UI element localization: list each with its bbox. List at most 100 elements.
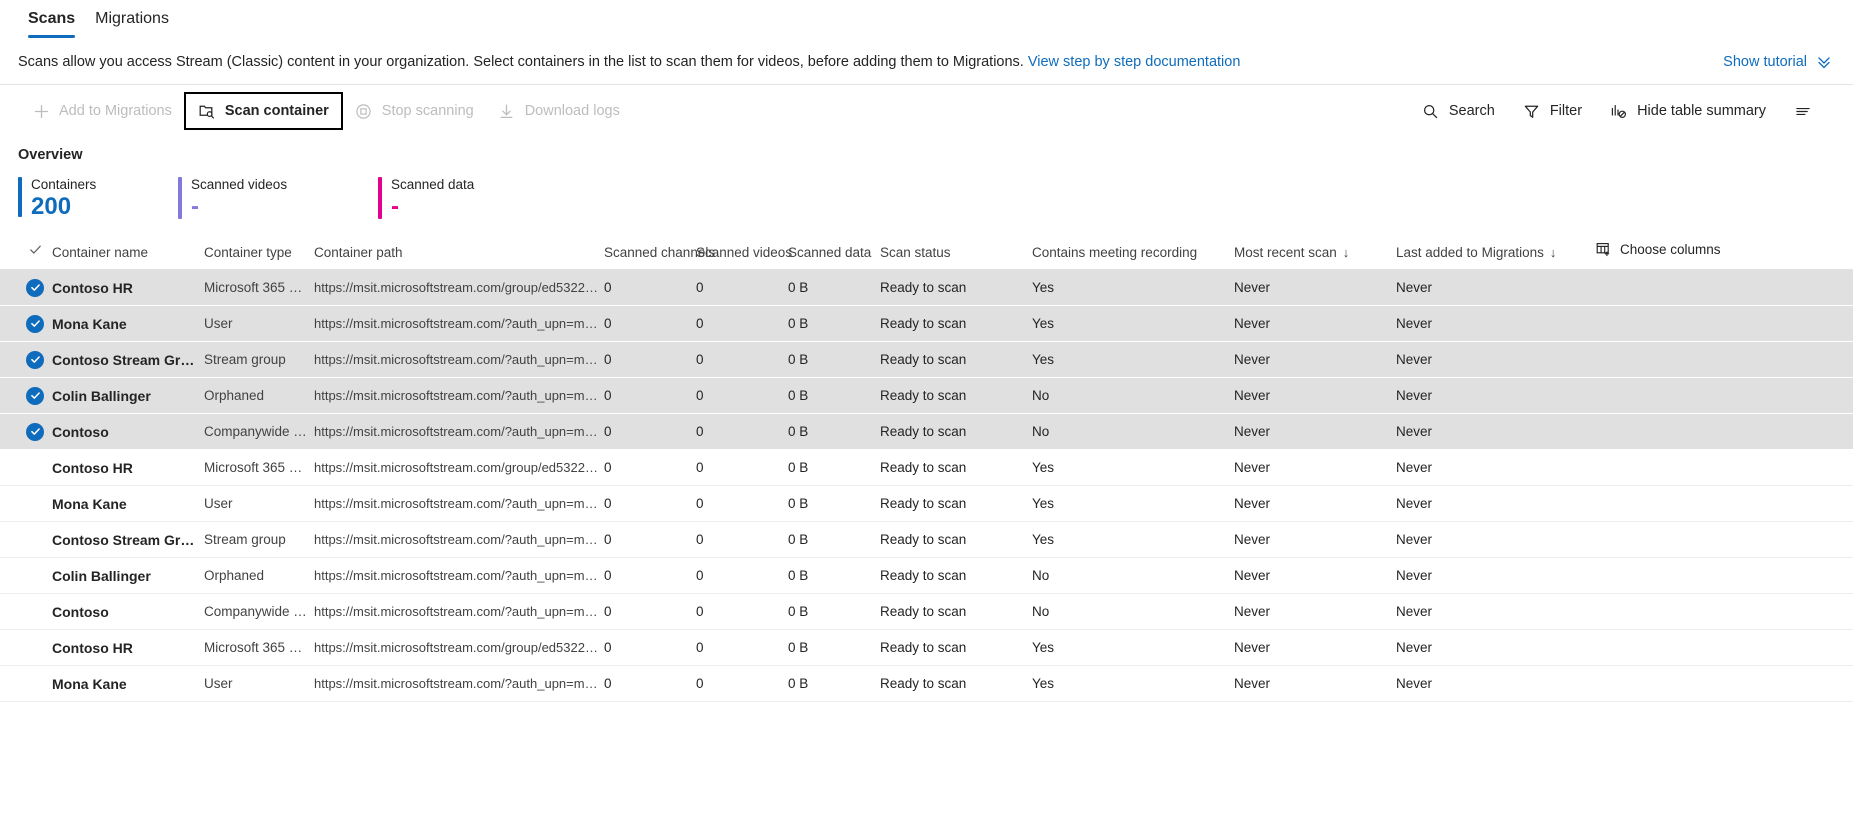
hide-table-summary-button[interactable]: Hide table summary — [1596, 93, 1780, 129]
tab-migrations[interactable]: Migrations — [85, 6, 179, 38]
plus-icon — [32, 102, 50, 120]
row-select-cell[interactable] — [0, 486, 52, 522]
cell-scanned-channels: 0 — [604, 414, 696, 450]
row-select-cell[interactable] — [0, 414, 52, 450]
table-row[interactable]: Mona KaneUserhttps://msit.microsoftstrea… — [0, 666, 1853, 702]
cell-spacer — [1594, 558, 1853, 594]
cell-container-type: Stream group — [204, 342, 314, 378]
choose-columns-label: Choose columns — [1620, 242, 1721, 257]
cell-scanned-data: 0 B — [788, 378, 880, 414]
row-select-cell[interactable] — [0, 630, 52, 666]
table-row[interactable]: Colin BallingerOrphanedhttps://msit.micr… — [0, 558, 1853, 594]
table-row[interactable]: Contoso HRMicrosoft 365 grouphttps://msi… — [0, 630, 1853, 666]
view-options-button[interactable] — [1780, 93, 1835, 129]
select-all-header[interactable] — [0, 240, 52, 270]
row-checkbox-checked[interactable] — [26, 423, 44, 441]
cell-scan-status: Ready to scan — [880, 486, 1032, 522]
row-select-cell[interactable] — [0, 594, 52, 630]
cell-last-added-to-migrations: Never — [1396, 342, 1594, 378]
table-summary-icon — [1610, 102, 1628, 120]
containers-label: Containers — [31, 177, 96, 193]
row-select-cell[interactable] — [0, 666, 52, 702]
header-most-recent-scan-label: Most recent scan — [1234, 245, 1337, 260]
cell-scanned-data: 0 B — [788, 558, 880, 594]
scan-container-button[interactable]: Scan container — [184, 92, 343, 130]
filter-button[interactable]: Filter — [1509, 93, 1596, 129]
overview-card-containers: Containers 200 — [18, 177, 178, 220]
row-select-cell[interactable] — [0, 270, 52, 306]
cell-last-added-to-migrations: Never — [1396, 630, 1594, 666]
header-contains-meeting-recording[interactable]: Contains meeting recording — [1032, 240, 1234, 270]
table-row[interactable]: Colin BallingerOrphanedhttps://msit.micr… — [0, 378, 1853, 414]
scanned-videos-value: - — [191, 194, 287, 220]
header-scanned-videos[interactable]: Scanned videos — [696, 240, 788, 270]
row-select-cell[interactable] — [0, 450, 52, 486]
row-select-cell[interactable] — [0, 306, 52, 342]
row-checkbox-checked[interactable] — [26, 351, 44, 369]
header-last-added-to-migrations[interactable]: Last added to Migrations ↓ — [1396, 240, 1594, 270]
cell-container-type: Companywide channel — [204, 594, 314, 630]
table-row[interactable]: Contoso Stream GroupStream grouphttps://… — [0, 342, 1853, 378]
table-row[interactable]: Mona KaneUserhttps://msit.microsoftstrea… — [0, 306, 1853, 342]
header-container-name[interactable]: Container name — [52, 240, 204, 270]
cell-spacer — [1594, 450, 1853, 486]
cell-most-recent-scan: Never — [1234, 486, 1396, 522]
show-tutorial-button[interactable]: Show tutorial — [1723, 53, 1833, 71]
cell-scanned-data: 0 B — [788, 594, 880, 630]
cell-container-path: https://msit.microsoftstream.com/group/e… — [314, 450, 604, 486]
download-logs-button[interactable]: Download logs — [486, 93, 632, 129]
containers-accent-bar — [18, 177, 22, 217]
table-row[interactable]: Contoso Stream GroupStream grouphttps://… — [0, 522, 1853, 558]
cell-container-path: https://msit.microsoftstream.com/group/e… — [314, 630, 604, 666]
cell-container-type: Companywide channel — [204, 414, 314, 450]
row-checkbox-checked[interactable] — [26, 387, 44, 405]
cell-container-path: https://msit.microsoftstream.com/?auth_u… — [314, 378, 604, 414]
header-most-recent-scan[interactable]: Most recent scan ↓ — [1234, 240, 1396, 270]
header-scan-status[interactable]: Scan status — [880, 240, 1032, 270]
cell-scanned-data: 0 B — [788, 522, 880, 558]
tab-scans[interactable]: Scans — [18, 6, 85, 38]
table-row[interactable]: Mona KaneUserhttps://msit.microsoftstrea… — [0, 486, 1853, 522]
cell-container-path: https://msit.microsoftstream.com/?auth_u… — [314, 558, 604, 594]
cell-container-path: https://msit.microsoftstream.com/?auth_u… — [314, 594, 604, 630]
row-select-cell[interactable] — [0, 378, 52, 414]
row-select-cell[interactable] — [0, 558, 52, 594]
row-select-cell[interactable] — [0, 522, 52, 558]
cell-spacer — [1594, 666, 1853, 702]
cell-container-type: Microsoft 365 group — [204, 450, 314, 486]
cell-most-recent-scan: Never — [1234, 306, 1396, 342]
search-button[interactable]: Search — [1408, 93, 1509, 129]
tab-scans-label: Scans — [28, 10, 75, 27]
chevron-double-down-icon — [1815, 53, 1833, 71]
cell-scan-status: Ready to scan — [880, 270, 1032, 306]
cell-spacer — [1594, 378, 1853, 414]
download-icon — [498, 102, 516, 120]
scanned-data-value: - — [391, 194, 474, 220]
add-to-migrations-button[interactable]: Add to Migrations — [20, 93, 184, 129]
row-checkbox-checked[interactable] — [26, 315, 44, 333]
cell-scanned-data: 0 B — [788, 630, 880, 666]
cell-contains-meeting-recording: Yes — [1032, 450, 1234, 486]
header-scanned-data[interactable]: Scanned data — [788, 240, 880, 270]
cell-container-name: Contoso HR — [52, 630, 204, 666]
cell-scan-status: Ready to scan — [880, 306, 1032, 342]
row-select-cell[interactable] — [0, 342, 52, 378]
table-row[interactable]: ContosoCompanywide channelhttps://msit.m… — [0, 594, 1853, 630]
header-container-path[interactable]: Container path — [314, 240, 604, 270]
header-container-type[interactable]: Container type — [204, 240, 314, 270]
header-scanned-channels[interactable]: Scanned channels — [604, 240, 696, 270]
table-row[interactable]: ContosoCompanywide channelhttps://msit.m… — [0, 414, 1853, 450]
cell-container-type: User — [204, 486, 314, 522]
cell-contains-meeting-recording: Yes — [1032, 522, 1234, 558]
cell-scanned-channels: 0 — [604, 630, 696, 666]
table-row[interactable]: Contoso HRMicrosoft 365 grouphttps://msi… — [0, 450, 1853, 486]
cell-scanned-data: 0 B — [788, 450, 880, 486]
cell-container-name: Contoso Stream Group — [52, 342, 204, 378]
step-by-step-documentation-link[interactable]: View step by step documentation — [1028, 54, 1241, 70]
table-row[interactable]: Contoso HRMicrosoft 365 grouphttps://msi… — [0, 270, 1853, 306]
row-checkbox-checked[interactable] — [26, 279, 44, 297]
header-choose-columns[interactable]: Choose columns — [1594, 240, 1853, 270]
cell-container-path: https://msit.microsoftstream.com/?auth_u… — [314, 414, 604, 450]
stop-scanning-button[interactable]: Stop scanning — [343, 93, 486, 129]
cell-most-recent-scan: Never — [1234, 414, 1396, 450]
